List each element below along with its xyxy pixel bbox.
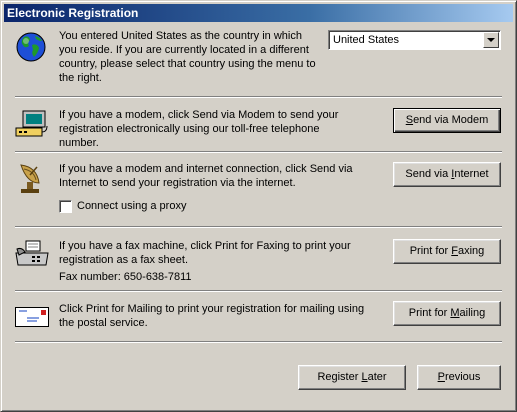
send-via-internet-label-pre: Send via bbox=[405, 168, 452, 180]
fax-number: Fax number: 650-638-7811 bbox=[59, 271, 192, 283]
window-title: Electronic Registration bbox=[4, 4, 513, 22]
satellite-dish-icon bbox=[15, 161, 45, 198]
register-later-button[interactable]: Register Later bbox=[298, 365, 406, 390]
send-via-modem-hotkey: S bbox=[405, 114, 414, 126]
modem-computer-icon bbox=[15, 110, 49, 141]
previous-hotkey: P bbox=[437, 371, 445, 383]
print-for-mailing-label-pre: Print for bbox=[408, 307, 451, 319]
send-via-internet-label-post: nternet bbox=[454, 168, 489, 180]
dropdown-arrow-icon[interactable] bbox=[483, 32, 499, 48]
register-later-label-post: ater bbox=[367, 371, 387, 383]
connect-proxy-checkbox[interactable] bbox=[59, 200, 72, 213]
print-for-mailing-button[interactable]: Print for Mailing bbox=[393, 301, 501, 326]
separator bbox=[15, 151, 502, 153]
print-for-faxing-label-pre: Print for bbox=[409, 245, 452, 257]
modem-description: If you have a modem, click Send via Mode… bbox=[59, 109, 339, 149]
send-via-internet-button[interactable]: Send via Internet bbox=[393, 162, 501, 187]
mail-description: Click Print for Mailing to print your re… bbox=[59, 303, 365, 329]
print-for-faxing-label-post: axing bbox=[458, 245, 485, 257]
send-via-modem-button[interactable]: Send via Modem bbox=[393, 108, 501, 133]
registration-window: Electronic Registration You entered Unit… bbox=[0, 0, 517, 412]
print-for-faxing-button[interactable]: Print for Faxing bbox=[393, 239, 501, 264]
print-for-faxing-hotkey: F bbox=[451, 245, 458, 257]
country-description: You entered United States as the country… bbox=[59, 30, 316, 84]
fax-description: If you have a fax machine, click Print f… bbox=[59, 240, 351, 266]
previous-label-post: revious bbox=[444, 371, 481, 383]
separator bbox=[15, 341, 502, 343]
connect-proxy-label[interactable]: Connect using a proxy bbox=[77, 199, 186, 213]
register-later-label-pre: Register bbox=[317, 371, 362, 383]
send-via-modem-label-post: end via Modem bbox=[413, 114, 489, 126]
print-for-mailing-hotkey: M bbox=[450, 307, 460, 319]
internet-description: If you have a modem and internet connect… bbox=[59, 163, 353, 189]
fax-machine-icon bbox=[14, 239, 50, 272]
country-selected-value: United States bbox=[333, 34, 400, 46]
country-select[interactable]: United States bbox=[328, 30, 501, 50]
globe-icon bbox=[15, 31, 47, 66]
print-for-mailing-label-post: ailing bbox=[459, 307, 486, 319]
separator bbox=[15, 96, 502, 98]
previous-button[interactable]: Previous bbox=[417, 365, 501, 390]
separator bbox=[15, 226, 502, 228]
envelope-icon bbox=[15, 307, 49, 330]
separator bbox=[15, 290, 502, 292]
